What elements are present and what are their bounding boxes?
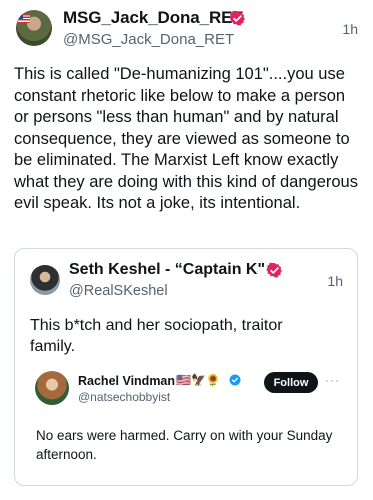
embedded-author-handle[interactable]: @natsechobbyist	[78, 390, 170, 404]
name-emoji-icons: 🇺🇸🦅🌻	[176, 373, 221, 387]
quoted-post-body: This b*tch and her sociopath, traitor fa…	[30, 317, 283, 355]
embedded-author-name[interactable]: Rachel Vindman	[78, 374, 175, 388]
author-name[interactable]: MSG_Jack_Dona_RET	[63, 8, 243, 28]
follow-button[interactable]: Follow	[264, 372, 318, 393]
author-handle[interactable]: @MSG_Jack_Dona_RET	[63, 31, 234, 48]
verified-badge-icon	[229, 10, 245, 26]
verified-badge-icon	[229, 374, 241, 386]
author-avatar[interactable]	[16, 10, 52, 46]
quoted-author-handle[interactable]: @RealSKeshel	[69, 283, 168, 299]
verified-badge-icon	[266, 262, 282, 278]
post-card: MSG_Jack_Dona_RET @MSG_Jack_Dona_RET 1h …	[0, 0, 373, 500]
embedded-post-body: No ears were harmed. Carry on with your …	[36, 428, 333, 462]
quoted-author-avatar[interactable]	[30, 265, 60, 295]
more-dots-icon[interactable]: ···	[325, 373, 340, 387]
embedded-author-avatar[interactable]	[35, 371, 69, 405]
flag-icon	[18, 14, 30, 23]
quoted-post[interactable]: Seth Keshel - “Captain K" @RealSKeshel 1…	[14, 248, 358, 486]
quoted-author-name[interactable]: Seth Keshel - “Captain K"	[69, 261, 265, 279]
post-body: This is called "De-humanizing 101"....yo…	[14, 65, 358, 212]
quoted-post-time[interactable]: 1h	[327, 273, 343, 289]
post-time[interactable]: 1h	[342, 21, 358, 37]
